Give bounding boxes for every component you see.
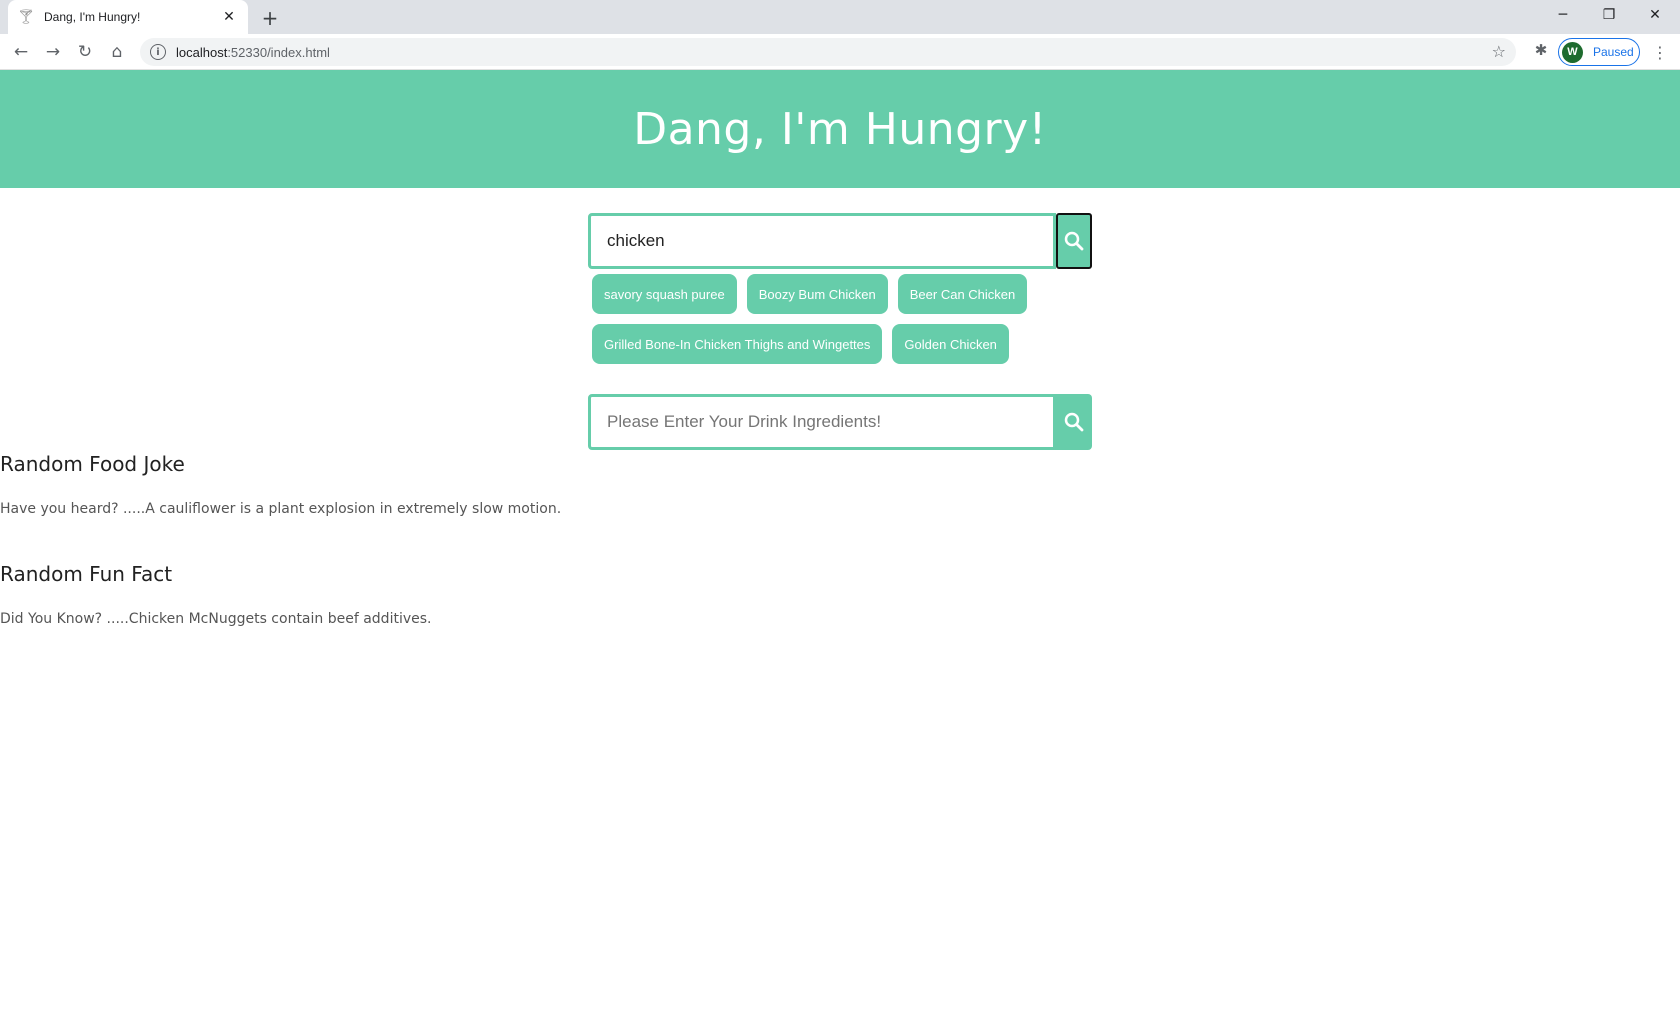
suggestion-chip[interactable]: Boozy Bum Chicken (746, 274, 888, 314)
suggestion-chip[interactable]: savory squash puree (592, 274, 737, 314)
page: Dang, I'm Hungry! savory squash pureeBoo… (0, 70, 1680, 1016)
reload-icon[interactable]: ↻ (72, 39, 98, 65)
url-path: :52330/index.html (227, 44, 330, 60)
drink-search-button[interactable] (1056, 394, 1092, 450)
avatar: W (1562, 41, 1583, 63)
tab-title: Dang, I'm Hungry! (44, 10, 141, 24)
search-icon (1064, 412, 1084, 432)
url-host: localhost (176, 44, 228, 60)
recipe-suggestions: savory squash puree Boozy Bum Chicken Beer… (592, 274, 1092, 374)
suggestion-chip[interactable]: Beer Can Chicken (897, 274, 1028, 314)
forward-icon[interactable]: → (40, 39, 66, 65)
info-icon[interactable]: i (150, 44, 166, 60)
suggestion-row: Grilled Bone-In Chicken Thighs and Winge… (592, 324, 1092, 364)
food-search-button[interactable] (1056, 213, 1092, 269)
close-tab-icon[interactable]: ✕ (220, 8, 238, 26)
extensions-puzzle-icon[interactable]: ✱ (1530, 39, 1552, 61)
address-bar[interactable]: i localhost:52330/index.html ☆ (140, 38, 1516, 66)
close-window-icon[interactable]: ✕ (1632, 0, 1678, 30)
restore-icon[interactable]: ❐ (1586, 0, 1632, 30)
food-search-bar (588, 213, 1092, 269)
cocktail-favicon-icon: 🍸︎ (17, 9, 35, 25)
new-tab-icon[interactable]: + (258, 6, 282, 30)
page-title: Dang, I'm Hungry! (633, 103, 1047, 155)
suggestion-chip[interactable]: Golden Chicken (892, 324, 1009, 364)
minimize-icon[interactable]: ─ (1540, 0, 1586, 30)
hero-banner: Dang, I'm Hungry! (0, 70, 1680, 188)
food-search-input[interactable] (588, 213, 1056, 269)
home-icon[interactable]: ⌂ (104, 39, 130, 65)
fact-text: Did You Know? .....Chicken McNuggets con… (0, 611, 432, 627)
search-icon (1064, 231, 1084, 251)
joke-heading: Random Food Joke (0, 452, 185, 476)
suggestion-row: savory squash puree Boozy Bum Chicken Beer… (592, 274, 1092, 314)
drink-search-bar (588, 394, 1092, 450)
back-icon[interactable]: ← (8, 39, 34, 65)
joke-text: Have you heard? .....A cauliflower is a … (0, 501, 562, 517)
browser-menu-icon[interactable]: ⋮ (1650, 40, 1670, 64)
browser-tab[interactable]: 🍸︎ Dang, I'm Hungry! ✕ (8, 0, 248, 34)
bookmark-star-icon[interactable]: ☆ (1492, 42, 1506, 61)
profile-status: Paused (1593, 45, 1634, 59)
tab-strip: 🍸︎ Dang, I'm Hungry! ✕ + ─ ❐ ✕ (0, 0, 1680, 34)
fact-heading: Random Fun Fact (0, 562, 173, 586)
profile-button[interactable]: W Paused (1558, 38, 1640, 66)
suggestion-chip[interactable]: Grilled Bone-In Chicken Thighs and Winge… (592, 324, 883, 364)
browser-toolbar: ← → ↻ ⌂ i localhost:52330/index.html ☆ (0, 34, 1680, 70)
drink-search-input[interactable] (588, 394, 1056, 450)
